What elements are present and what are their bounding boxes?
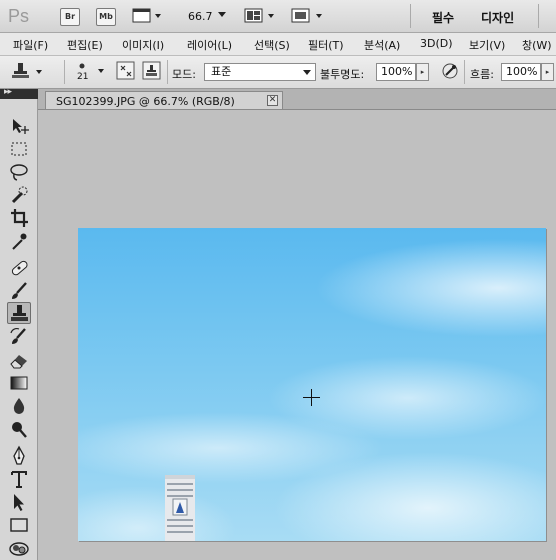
history-brush-tool[interactable] [7, 326, 31, 348]
document-tab-bar: SG102399.JPG @ 66.7% (RGB/8) ✕ [38, 89, 556, 110]
rectangle-shape-icon [10, 518, 28, 532]
menu-view[interactable]: 보기(V) [469, 37, 505, 53]
brush-preset-picker[interactable]: 21 [72, 59, 106, 85]
options-separator-2 [167, 60, 168, 84]
water-drop-icon [13, 398, 25, 414]
3d-rotate-tool[interactable] [7, 537, 31, 559]
move-tool[interactable] [7, 115, 31, 137]
path-selection-icon [14, 494, 24, 511]
dodge-tool[interactable] [7, 418, 31, 440]
options-separator [64, 60, 65, 84]
zoom-dropdown-icon[interactable] [218, 12, 226, 17]
document-image[interactable] [78, 228, 546, 541]
bridge-button[interactable]: Br [60, 8, 80, 26]
clone-source-panel-button[interactable] [142, 61, 162, 81]
crosshair-cursor-icon [303, 389, 320, 406]
brush-tool[interactable] [7, 280, 31, 302]
clone-source-icon [142, 61, 161, 80]
brush-size-value: 21 [77, 72, 89, 82]
toolbox-header[interactable]: ▸▸ [0, 87, 38, 99]
quick-selection-tool[interactable] [7, 184, 31, 206]
workspace-separator [410, 4, 411, 28]
mode-label: 모드: [172, 68, 196, 81]
menu-select[interactable]: 선택(S) [254, 37, 290, 53]
crop-icon [11, 209, 28, 227]
rectangular-marquee-tool[interactable] [7, 138, 31, 160]
expand-toolbox-icon: ▸▸ [4, 87, 12, 97]
eraser-icon [10, 355, 27, 369]
marquee-icon [11, 142, 27, 156]
toolbox [0, 99, 38, 560]
menu-bar: 파일(F) 편집(E) 이미지(I) 레이어(L) 선택(S) 필터(T) 분석… [0, 33, 556, 56]
view-extras-button[interactable] [132, 7, 162, 25]
tower-building [165, 475, 195, 541]
zoom-level[interactable]: 66.7 [188, 10, 213, 23]
pen-tool[interactable] [7, 445, 31, 467]
brush-panel-button[interactable] [116, 61, 136, 81]
blend-mode-value: 표준 [211, 65, 232, 78]
opacity-input[interactable]: 100% [376, 63, 416, 81]
clone-stamp-tool[interactable] [7, 302, 31, 324]
gradient-tool[interactable] [7, 372, 31, 394]
clone-stamp-preset-icon [12, 63, 42, 78]
history-brush-icon [10, 327, 26, 344]
menu-edit[interactable]: 편집(E) [67, 37, 103, 53]
pen-icon [13, 445, 25, 465]
bandage-icon [11, 260, 28, 276]
eraser-tool[interactable] [7, 349, 31, 371]
menu-filter[interactable]: 필터(T) [308, 37, 344, 53]
type-icon [11, 471, 27, 488]
menu-file[interactable]: 파일(F) [13, 37, 48, 53]
workspace-essentials[interactable]: 필수 [432, 9, 454, 26]
options-separator-3 [464, 60, 465, 84]
lasso-tool[interactable] [7, 161, 31, 183]
brush-panel-icon [116, 61, 135, 80]
document-tab-title: SG102399.JPG @ 66.7% (RGB/8) [56, 95, 235, 108]
blur-tool[interactable] [7, 395, 31, 417]
menu-window[interactable]: 창(W) [522, 37, 552, 53]
chevron-down-icon [303, 70, 311, 75]
mini-bridge-button[interactable]: Mb [96, 8, 116, 26]
clone-stamp-icon [11, 305, 28, 321]
close-icon[interactable]: ✕ [267, 95, 278, 106]
photoshop-logo: Ps [8, 6, 30, 26]
menu-analysis[interactable]: 분석(A) [364, 37, 400, 53]
flow-input[interactable]: 100% [501, 63, 541, 81]
eyedropper-tool[interactable] [7, 230, 31, 252]
options-bar: 21 모드: 표준 불투명도: 100% ▸ 흐름: 100% ▸ [0, 56, 556, 89]
type-tool[interactable] [7, 468, 31, 490]
flow-label: 흐름: [470, 68, 494, 81]
blend-mode-select[interactable]: 표준 [204, 63, 316, 81]
workspace-separator-right [538, 4, 539, 28]
application-bar: Ps Br Mb 66.7 필수 디자인 [0, 0, 556, 33]
menu-3d[interactable]: 3D(D) [420, 37, 453, 50]
gradient-icon [10, 376, 28, 390]
menu-image[interactable]: 이미지(I) [122, 37, 164, 53]
flow-slider-toggle[interactable]: ▸ [541, 63, 554, 81]
rectangle-tool[interactable] [7, 514, 31, 536]
pressure-opacity-button[interactable] [440, 61, 460, 81]
quick-selection-icon [11, 186, 28, 204]
menu-layer[interactable]: 레이어(L) [187, 37, 232, 53]
screen-mode-button[interactable] [290, 7, 326, 25]
arrange-documents-button[interactable] [244, 7, 278, 25]
eyedropper-icon [12, 233, 27, 250]
view-extras-icon [132, 8, 161, 23]
tool-preset-picker[interactable] [8, 61, 46, 81]
path-selection-tool[interactable] [7, 491, 31, 513]
brush-icon [12, 282, 27, 299]
arrange-documents-icon [244, 8, 274, 23]
opacity-label: 불투명도: [320, 68, 365, 81]
lasso-icon [10, 164, 28, 181]
screen-mode-icon [291, 8, 322, 23]
pressure-opacity-icon [442, 63, 458, 79]
workspace-design[interactable]: 디자인 [481, 9, 514, 26]
spot-healing-brush-tool[interactable] [7, 257, 31, 279]
dodge-icon [12, 422, 27, 438]
document-tab[interactable]: SG102399.JPG @ 66.7% (RGB/8) ✕ [45, 91, 283, 109]
opacity-slider-toggle[interactable]: ▸ [416, 63, 429, 81]
move-icon [13, 119, 29, 134]
3d-rotate-icon [9, 542, 29, 556]
crop-tool[interactable] [7, 207, 31, 229]
